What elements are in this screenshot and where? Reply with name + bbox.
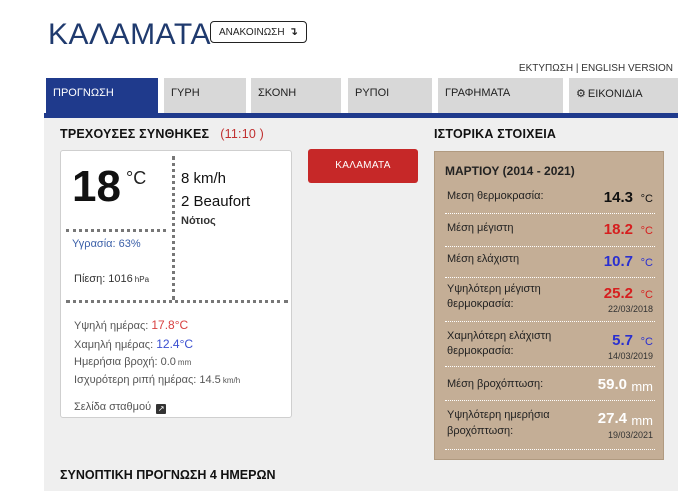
- day-gust-label: Ισχυρότερη ριπή ημέρας: 14.5: [74, 374, 221, 386]
- wind-beaufort: 2 Beaufort: [181, 193, 251, 210]
- history-value: 14.3: [603, 189, 633, 206]
- humidity: Υγρασία: 63%: [72, 238, 141, 250]
- history-row: Μέση ελάχιστη 10.7 °C: [445, 248, 655, 278]
- nav-tabs: ΠΡΟΓΝΩΣΗ ΓΥΡΗ ΣΚΟΝΗ ΡΥΠΟΙ ΓΡΑΦΗΜΑΤΑ ⚙ ΕΙΚ…: [46, 78, 678, 113]
- current-conditions-title: ΤΡΕΧΟΥΣΕΣ ΣΥΝΘΗΚΕΣ (11:10 ): [60, 127, 264, 141]
- history-label: βροχόπτωση:: [447, 425, 514, 437]
- divider: [66, 300, 288, 303]
- current-conditions-label: ΤΡΕΧΟΥΣΕΣ ΣΥΝΘΗΚΕΣ: [60, 127, 210, 141]
- tab-label: ΡΥΠΟΙ: [355, 87, 390, 99]
- tab-dust[interactable]: ΣΚΟΝΗ: [251, 78, 341, 113]
- history-row: Υψηλότερη ημερήσια βροχόπτωση: 27.4 mm 1…: [445, 402, 655, 450]
- tab-widgets[interactable]: ⚙ ΕΙΚΟΝΙΔΙΑ: [569, 78, 678, 113]
- history-unit: °C: [640, 193, 653, 205]
- history-value: 27.4: [597, 410, 627, 427]
- day-low-label: Χαμηλή ημέρας:: [74, 339, 154, 351]
- history-label: Υψηλότερη ημερήσια: [447, 409, 550, 421]
- history-row: Μέση μέγιστη 18.2 °C: [445, 215, 655, 247]
- history-date: 14/03/2019: [607, 351, 653, 361]
- announcement-label: ΑΝΑΚΟΙΝΩΣΗ: [219, 26, 285, 38]
- history-unit: °C: [640, 257, 653, 269]
- history-label: Μέση βροχόπτωση:: [447, 378, 544, 390]
- history-period: ΜΑΡΤΙΟΥ (2014 - 2021): [445, 164, 575, 178]
- history-row: Υψηλότερη μέγιστη θερμοκρασία: 25.2 °C 2…: [445, 279, 655, 322]
- history-label: Μέση μέγιστη: [447, 222, 514, 234]
- history-label: θερμοκρασία:: [447, 298, 514, 310]
- tab-label: ΠΡΟΓΝΩΣΗ: [53, 87, 114, 99]
- day-gust: Ισχυρότερη ριπή ημέρας: 14.5 km/h: [74, 374, 240, 386]
- pressure-value: Πίεση: 1016: [74, 273, 133, 285]
- history-row: Μέση βροχόπτωση: 59.0 mm: [445, 368, 655, 401]
- day-low-value: 12.4°C: [156, 337, 194, 351]
- history-unit: mm: [631, 379, 653, 394]
- tab-pollen[interactable]: ΓΥΡΗ: [164, 78, 246, 113]
- history-value: 10.7: [603, 253, 633, 270]
- history-label: Χαμηλότερη ελάχιστη: [447, 330, 552, 342]
- day-high-value: 17.8°C: [151, 318, 189, 332]
- external-link-icon: ↗: [156, 404, 167, 414]
- history-value: 59.0: [597, 376, 627, 393]
- wind-direction: Νότιος: [181, 215, 216, 227]
- history-label: Υψηλότερη μέγιστη: [447, 283, 541, 295]
- rain-unit: mm: [177, 358, 192, 367]
- top-links: ΕΚΤΥΠΩΣΗ | ENGLISH VERSION: [519, 63, 673, 74]
- day-rain-label: Ημερήσια βροχή: 0.0: [74, 356, 176, 368]
- history-label: Μεση θερμοκρασία:: [447, 190, 544, 202]
- history-unit: mm: [631, 413, 653, 428]
- day-rain: Ημερήσια βροχή: 0.0 mm: [74, 356, 191, 368]
- wind-speed: 8 km/h: [181, 170, 227, 187]
- tab-label: ΕΙΚΟΝΙΔΙΑ: [587, 88, 643, 100]
- current-temperature: 18: [72, 162, 121, 211]
- history-title: ΙΣΤΟΡΙΚΑ ΣΤΟΙΧΕΙΑ: [434, 127, 557, 141]
- history-value: 18.2: [603, 221, 633, 238]
- tab-charts[interactable]: ΓΡΑΦΗΜΑΤΑ: [438, 78, 563, 113]
- gust-unit: km/h: [222, 376, 241, 385]
- tab-label: ΓΡΑΦΗΜΑΤΑ: [445, 87, 511, 99]
- announcement-button[interactable]: ΑΝΑΚΟΙΝΩΣΗ ↴: [210, 21, 307, 43]
- divider: [172, 156, 175, 300]
- history-unit: °C: [640, 336, 653, 348]
- temperature-unit: °C: [126, 168, 147, 188]
- history-value: 5.7: [612, 332, 633, 349]
- day-high-label: Υψηλή ημέρας:: [74, 320, 149, 332]
- station-link-label: Σελίδα σταθμού: [74, 401, 152, 413]
- history-row: Χαμηλότερη ελάχιστη θερμοκρασία: 5.7 °C …: [445, 323, 655, 367]
- history-value: 25.2: [603, 285, 633, 302]
- day-high: Υψηλή ημέρας: 17.8°C: [74, 318, 188, 332]
- tab-label: ΓΥΡΗ: [171, 87, 200, 99]
- tab-forecast[interactable]: ΠΡΟΓΝΩΣΗ: [46, 78, 158, 113]
- station-page-link[interactable]: Σελίδα σταθμού ↗: [74, 401, 167, 414]
- history-label: θερμοκρασία:: [447, 345, 514, 357]
- city-button[interactable]: ΚΑΛΑΜΑΤΑ: [308, 149, 418, 183]
- tab-label: ΣΚΟΝΗ: [258, 87, 297, 99]
- arrow-down-icon: ↴: [288, 25, 298, 38]
- pressure-unit: hPa: [134, 275, 150, 284]
- update-time: (11:10 ): [220, 127, 265, 141]
- divider: [66, 229, 166, 232]
- history-date: 22/03/2018: [607, 304, 653, 314]
- day-low: Χαμηλή ημέρας: 12.4°C: [74, 337, 193, 351]
- history-label: Μέση ελάχιστη: [447, 253, 520, 265]
- history-unit: °C: [640, 289, 653, 301]
- links-separator: |: [575, 63, 579, 74]
- history-date: 19/03/2021: [607, 430, 653, 440]
- forecast-title: ΣΥΝΟΠΤΙΚΗ ΠΡΟΓΝΩΣΗ 4 ΗΜΕΡΩΝ: [60, 468, 276, 482]
- print-link[interactable]: ΕΚΤΥΠΩΣΗ: [519, 63, 573, 74]
- tab-pollutants[interactable]: ΡΥΠΟΙ: [348, 78, 432, 113]
- gear-icon: ⚙: [576, 88, 586, 100]
- history-row: Μεση θερμοκρασία: 14.3 °C: [445, 184, 655, 214]
- page-title: ΚΑΛΑΜΑΤΑ: [48, 18, 211, 51]
- pressure: Πίεση: 1016 hPa: [74, 273, 149, 285]
- english-version-link[interactable]: ENGLISH VERSION: [581, 63, 673, 74]
- history-unit: °C: [640, 225, 653, 237]
